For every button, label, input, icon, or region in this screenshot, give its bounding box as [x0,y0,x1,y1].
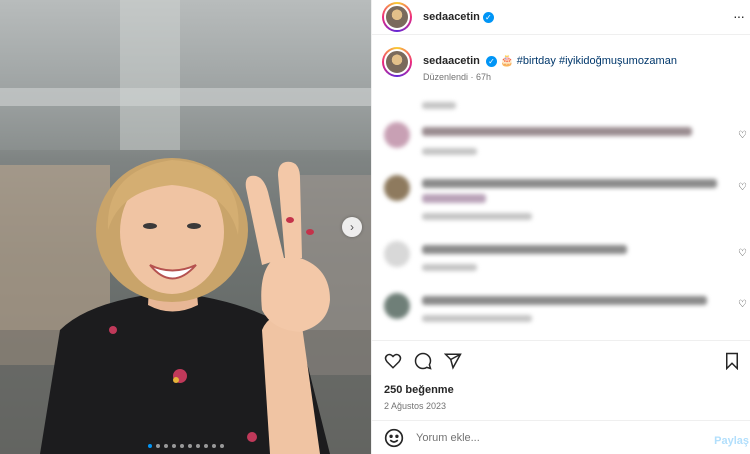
comment-meta [422,213,532,220]
carousel-dot [212,444,216,448]
post-actions: 250 beğenme 2 Ağustos 2023 [372,340,750,420]
emoji-icon[interactable] [384,428,404,448]
carousel-dot [172,444,176,448]
comment-input[interactable] [416,431,696,444]
comment-text [422,296,707,305]
avatar[interactable] [382,2,412,32]
heart-icon[interactable]: ♡ [738,300,748,310]
comment-icon[interactable] [414,352,432,370]
username-link[interactable]: sedaacetin [423,11,480,23]
comment-text [422,194,486,203]
comment-meta [422,264,477,271]
chevron-right-icon: › [350,220,354,234]
post-photo[interactable]: › [0,0,371,454]
carousel-dot [180,444,184,448]
post-caption: sedaacetin ✓ 🎂 #birtday #iyikidoğmuşumoz… [423,54,677,67]
edited-label: Düzenlendi [423,72,469,82]
post-date: 2 Ağustos 2023 [384,401,447,411]
heart-icon[interactable]: ♡ [738,183,748,193]
carousel-dot [204,444,208,448]
post-header: sedaacetin ✓ ··· [372,0,750,35]
likes-count[interactable]: 250 beğenme [384,384,454,396]
comment-text [422,127,692,136]
caption-avatar[interactable] [382,47,412,77]
comment-meta [422,315,532,322]
heart-icon[interactable]: ♡ [738,131,748,141]
avatar[interactable] [384,241,410,267]
add-comment-bar: Paylaş [372,420,750,454]
carousel-indicator [148,444,224,448]
caption-meta: Düzenlendi · 67h [423,72,492,82]
share-icon[interactable] [444,352,462,370]
carousel-dot [164,444,168,448]
cake-emoji: 🎂 [500,55,514,67]
verified-badge-icon: ✓ [482,11,494,23]
avatar[interactable] [384,175,410,201]
comment-placeholder-line [422,102,456,109]
carousel-dot [148,444,152,448]
caption-hashtags[interactable]: #birtday #iyikidoğmuşumozaman [517,55,677,67]
bookmark-icon[interactable] [723,352,741,370]
action-icon-row [384,352,462,370]
person-illustration [40,158,330,454]
caption-username[interactable]: sedaacetin [423,55,480,67]
carousel-dot [220,444,224,448]
next-slide-button[interactable]: › [342,217,362,237]
comment-text [422,179,717,188]
heart-icon[interactable]: ♡ [738,249,748,259]
avatar[interactable] [384,293,410,319]
post-time: 67h [476,72,492,82]
carousel-dot [196,444,200,448]
verified-badge-icon: ✓ [485,55,497,67]
post-comment-button[interactable]: Paylaş [714,435,749,447]
comment-meta [422,148,477,155]
carousel-dot [156,444,160,448]
comment-text [422,245,627,254]
heart-icon[interactable] [384,352,402,370]
avatar[interactable] [384,122,410,148]
carousel-dot [188,444,192,448]
more-options-icon[interactable]: ··· [733,8,745,24]
post-details-panel: sedaacetin ✓ ··· sedaacetin ✓ 🎂 #birtday… [371,0,750,454]
